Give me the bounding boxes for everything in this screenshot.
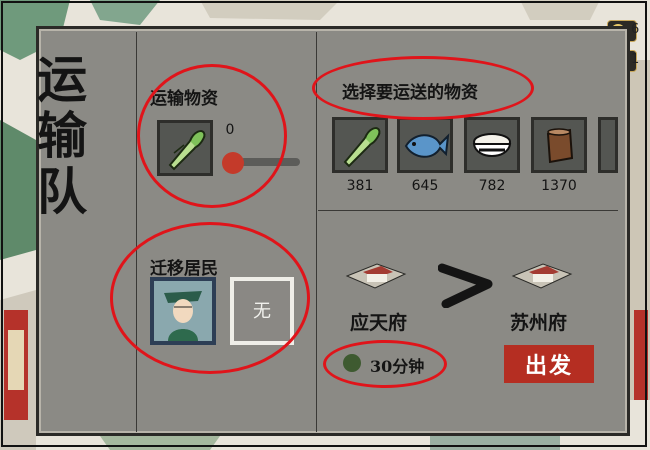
goods-count-wood: 1370 xyxy=(541,178,577,194)
vegetable-icon xyxy=(343,127,381,168)
origin-city-label: 应天府 xyxy=(350,312,408,334)
rice-bowl-icon xyxy=(472,133,512,157)
currency-chip-1-value: 6 xyxy=(631,22,640,37)
goods-count-rice: 782 xyxy=(478,178,506,194)
goods-item-wood[interactable] xyxy=(531,117,587,173)
panel-title-char-1: 运 xyxy=(37,50,87,109)
destination-town-icon xyxy=(511,263,573,289)
goods-item-vegetable[interactable] xyxy=(332,117,388,173)
goods-item-fish[interactable] xyxy=(397,117,453,173)
divider-right-horizontal xyxy=(318,210,618,211)
route-arrow-icon xyxy=(438,263,493,308)
goods-item-partial[interactable] xyxy=(598,117,618,173)
goods-item-rice[interactable] xyxy=(464,117,520,173)
fish-icon xyxy=(404,133,450,158)
highlight-transport-goods xyxy=(137,64,287,208)
panel-title-char-3: 队 xyxy=(37,162,87,221)
goods-count-fish: 645 xyxy=(411,178,439,194)
currency-chip-2-value: 1 xyxy=(631,52,640,67)
panel-title-char-2: 输 xyxy=(37,106,87,165)
highlight-duration xyxy=(323,340,447,388)
origin-town-icon xyxy=(345,263,407,289)
depart-button[interactable]: 出发 xyxy=(504,345,594,383)
wood-icon xyxy=(546,128,574,164)
destination-city-label: 苏州府 xyxy=(510,312,568,334)
divider-left xyxy=(136,32,137,432)
highlight-migrate-residents xyxy=(110,222,310,374)
goods-count-vegetable: 381 xyxy=(346,178,374,194)
highlight-select-goods xyxy=(312,56,534,120)
